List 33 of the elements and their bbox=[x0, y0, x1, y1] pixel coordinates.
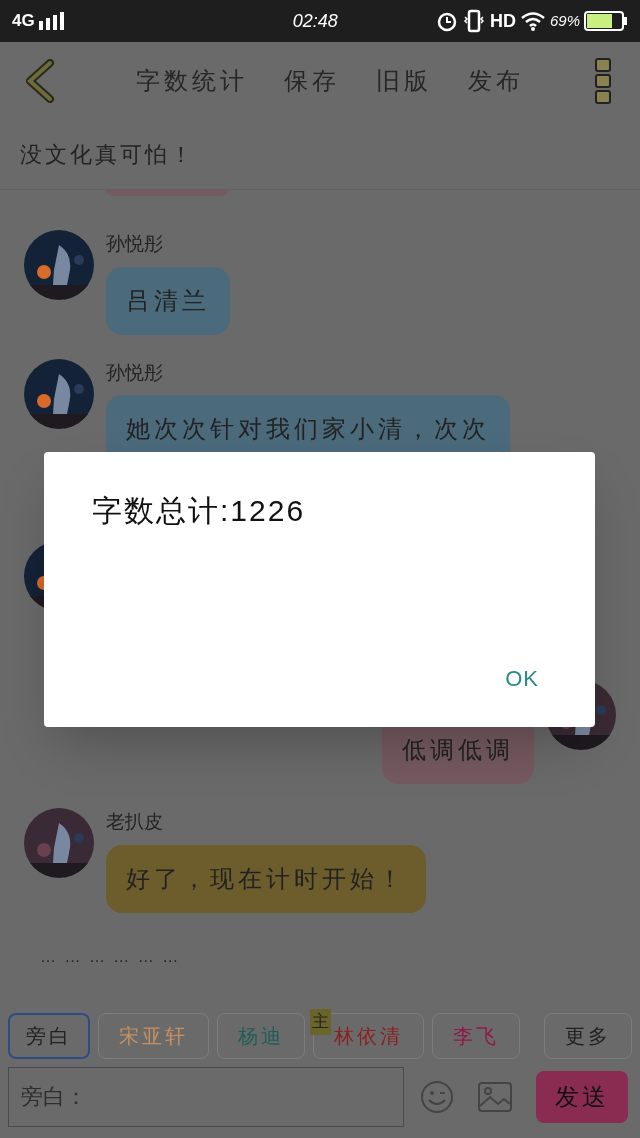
role-chip[interactable]: 李飞 bbox=[432, 1013, 520, 1059]
toolbar-action[interactable]: 旧版 bbox=[376, 63, 432, 99]
sender-name: 老扒皮 bbox=[106, 810, 163, 834]
network-type: 4G bbox=[12, 10, 35, 33]
role-chip[interactable]: 宋亚轩 bbox=[98, 1013, 209, 1059]
alarm-icon bbox=[435, 10, 458, 32]
toolbar-action[interactable]: 发布 bbox=[468, 63, 524, 99]
message-bubble: 吕清兰 bbox=[106, 266, 230, 335]
hd-indicator: HD bbox=[489, 9, 516, 33]
clock: 02:48 bbox=[292, 9, 338, 33]
role-chip[interactable]: 更多 bbox=[544, 1013, 632, 1059]
input-field[interactable]: 旁白： bbox=[8, 1067, 404, 1127]
story-title: 没文化真可怕！ bbox=[20, 141, 195, 169]
image-icon[interactable] bbox=[478, 1082, 512, 1112]
vibrate-icon bbox=[461, 9, 486, 33]
sender-name: 孙悦彤 bbox=[106, 360, 163, 385]
battery-icon bbox=[584, 11, 628, 31]
more-icon[interactable] bbox=[594, 57, 612, 105]
dialog-message: 字数总计:1226 bbox=[92, 493, 307, 529]
back-icon[interactable] bbox=[24, 59, 56, 103]
sender-name: 孙悦彤 bbox=[106, 232, 163, 256]
ellipsis-text: … … … … … … bbox=[40, 946, 182, 967]
signal-icon bbox=[38, 12, 67, 30]
wifi-icon bbox=[519, 11, 546, 31]
message-bubble: 好了，现在计时开始！ bbox=[106, 844, 426, 913]
ok-button[interactable]: OK bbox=[505, 662, 539, 695]
toolbar-action[interactable]: 保存 bbox=[284, 63, 340, 99]
emoji-icon[interactable] bbox=[420, 1080, 454, 1114]
toolbar-action[interactable]: 字数统计 bbox=[136, 63, 248, 99]
send-button[interactable]: 发送 bbox=[536, 1071, 628, 1123]
role-chip[interactable]: 旁白 bbox=[8, 1013, 90, 1059]
lead-badge: 主 bbox=[310, 1009, 331, 1035]
battery-percent: 69% bbox=[549, 10, 580, 31]
